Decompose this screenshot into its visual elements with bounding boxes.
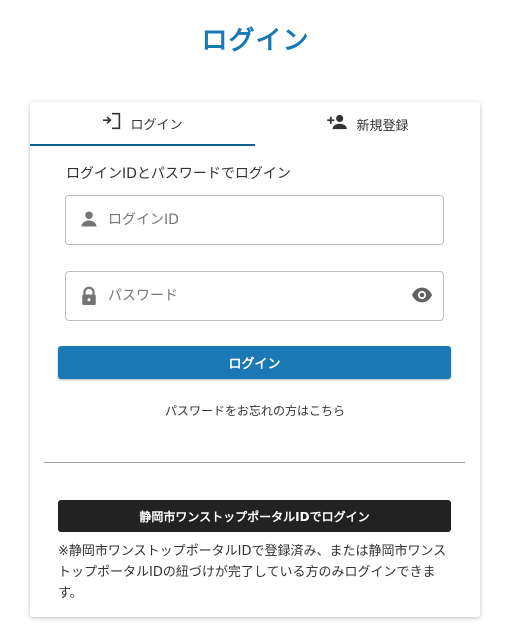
tab-login-label: ログイン: [130, 117, 183, 133]
login-card: ログイン 新規登録 ログインIDとパスワードでログイン ログインID ログイン …: [30, 102, 480, 617]
tab-login[interactable]: ログイン: [30, 102, 255, 146]
tab-register[interactable]: 新規登録: [255, 102, 480, 146]
tab-bar: ログイン 新規登録: [30, 102, 480, 146]
password-field[interactable]: [65, 271, 444, 321]
eye-icon[interactable]: [411, 286, 433, 308]
person-add-icon: [326, 114, 356, 134]
login-id-field[interactable]: [65, 195, 444, 245]
page-title: ログイン: [201, 26, 310, 56]
person-icon: [80, 210, 98, 232]
forgot-password-link[interactable]: パスワードをお忘れの方はこちら: [30, 402, 480, 419]
portal-login-button[interactable]: 静岡市ワンストップポータルIDでログイン: [58, 500, 451, 532]
divider: [44, 462, 465, 463]
lock-icon: [80, 286, 98, 310]
portal-note: ※静岡市ワンストップポータルIDで登録済み、または静岡市ワンストップポータルID…: [58, 544, 447, 601]
login-id-input[interactable]: [108, 196, 388, 244]
password-input[interactable]: [108, 272, 388, 320]
tab-register-label: 新規登録: [356, 118, 409, 134]
login-button[interactable]: ログイン: [58, 346, 451, 379]
login-icon: [102, 112, 130, 134]
form-heading: ログインIDとパスワードでログイン: [66, 166, 291, 182]
